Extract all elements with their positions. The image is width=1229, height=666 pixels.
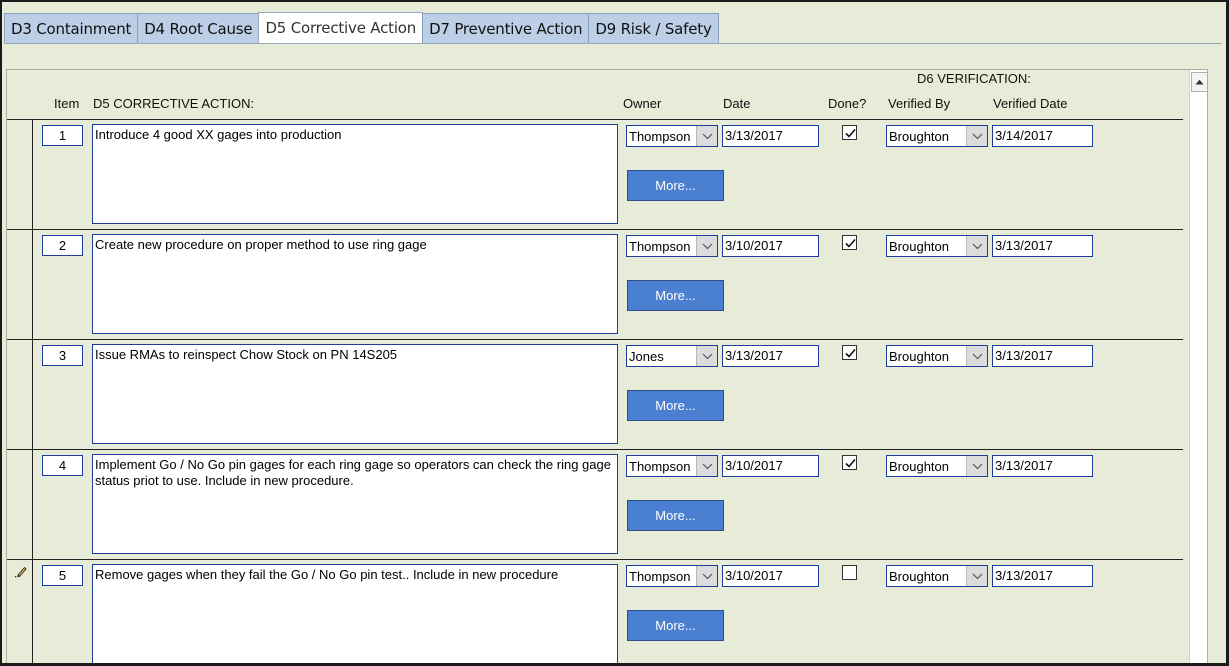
verified-by-value: Broughton [889, 458, 949, 474]
verified-date-field[interactable]: 3/14/2017 [992, 125, 1093, 147]
verified-date-field[interactable]: 3/13/2017 [992, 345, 1093, 367]
date-column-header: Date [723, 96, 751, 111]
item-number-field[interactable]: 3 [42, 345, 83, 366]
item-number-field[interactable]: 2 [42, 235, 83, 256]
chevron-down-icon[interactable] [966, 236, 987, 256]
chevron-down-icon[interactable] [966, 456, 987, 476]
verified-date-field[interactable]: 3/13/2017 [992, 455, 1093, 477]
verified-by-value: Broughton [889, 238, 949, 254]
tab-d3-containment[interactable]: D3 Containment [4, 13, 139, 44]
chevron-down-icon[interactable] [966, 126, 987, 146]
verified-by-dropdown[interactable]: Broughton [886, 235, 988, 257]
checkmark-icon [845, 128, 856, 138]
tab-bar: D3 Containment D4 Root Cause D5 Correcti… [4, 12, 719, 44]
verified-by-dropdown[interactable]: Broughton [886, 455, 988, 477]
verified-by-dropdown[interactable]: Broughton [886, 565, 988, 587]
verified-date-column-header: Verified Date [993, 96, 1068, 111]
tab-d9-risk-safety[interactable]: D9 Risk / Safety [588, 13, 719, 44]
item-number-field[interactable]: 5 [42, 565, 83, 586]
owner-value: Thompson [629, 128, 691, 144]
owner-dropdown[interactable]: Thompson [626, 125, 718, 147]
corrective-action-column-header: D5 CORRECTIVE ACTION: [93, 96, 255, 111]
owner-column-header: Owner [623, 96, 662, 111]
chevron-down-icon[interactable] [696, 236, 717, 256]
triangle-up-icon[interactable] [1191, 72, 1207, 92]
owner-dropdown[interactable]: Thompson [626, 565, 718, 587]
owner-value: Jones [629, 348, 664, 364]
tab-d5-corrective-action[interactable]: D5 Corrective Action [258, 12, 424, 44]
verified-by-value: Broughton [889, 128, 949, 144]
owner-dropdown[interactable]: Thompson [626, 235, 718, 257]
verified-by-column-header: Verified By [888, 96, 951, 111]
checkmark-icon [845, 348, 856, 358]
date-field[interactable]: 3/10/2017 [722, 235, 819, 257]
checkmark-icon [845, 238, 856, 248]
date-field[interactable]: 3/10/2017 [722, 565, 819, 587]
corrective-action-panel: D6 VERIFICATION: Item D5 CORRECTIVE ACTI… [6, 69, 1208, 663]
item-column-header: Item [54, 96, 80, 111]
done-checkbox[interactable] [842, 455, 857, 470]
checkmark-icon [845, 458, 856, 468]
tab-d4-root-cause[interactable]: D4 Root Cause [137, 13, 260, 44]
done-checkbox[interactable] [842, 125, 857, 140]
date-field[interactable]: 3/13/2017 [722, 125, 819, 147]
more-button[interactable]: More... [627, 170, 724, 201]
owner-dropdown[interactable]: Jones [626, 345, 718, 367]
vertical-scrollbar[interactable] [1189, 70, 1207, 663]
corrective-action-field[interactable]: Issue RMAs to reinspect Chow Stock on PN… [92, 344, 618, 444]
date-field[interactable]: 3/13/2017 [722, 345, 819, 367]
done-column-header: Done? [828, 96, 867, 111]
pencil-icon [15, 565, 27, 581]
item-number-field[interactable]: 4 [42, 455, 83, 476]
verified-by-dropdown[interactable]: Broughton [886, 125, 988, 147]
verified-by-value: Broughton [889, 348, 949, 364]
done-checkbox[interactable] [842, 565, 857, 580]
corrective-action-field[interactable]: Implement Go / No Go pin gages for each … [92, 454, 618, 554]
corrective-action-field[interactable]: Create new procedure on proper method to… [92, 234, 618, 334]
chevron-down-icon[interactable] [696, 126, 717, 146]
verified-by-dropdown[interactable]: Broughton [886, 345, 988, 367]
item-number-field[interactable]: 1 [42, 125, 83, 146]
record-row-editing: 5 Remove gages when they fail the Go / N… [7, 560, 1183, 663]
d6-verification-heading: D6 VERIFICATION: [917, 71, 1031, 86]
more-button[interactable]: More... [627, 500, 724, 531]
record-row: 4 Implement Go / No Go pin gages for eac… [7, 450, 1183, 560]
done-checkbox[interactable] [842, 345, 857, 360]
corrective-action-field[interactable]: Remove gages when they fail the Go / No … [92, 564, 618, 663]
chevron-down-icon[interactable] [696, 566, 717, 586]
owner-dropdown[interactable]: Thompson [626, 455, 718, 477]
more-button[interactable]: More... [627, 280, 724, 311]
owner-value: Thompson [629, 238, 691, 254]
corrective-action-field[interactable]: Introduce 4 good XX gages into productio… [92, 124, 618, 224]
verified-by-value: Broughton [889, 568, 949, 584]
record-row: 2 Create new procedure on proper method … [7, 230, 1183, 340]
tab-d7-preventive-action[interactable]: D7 Preventive Action [422, 13, 590, 44]
more-button[interactable]: More... [627, 390, 724, 421]
date-field[interactable]: 3/10/2017 [722, 455, 819, 477]
chevron-down-icon[interactable] [966, 566, 987, 586]
record-row: 3 Issue RMAs to reinspect Chow Stock on … [7, 340, 1183, 450]
chevron-down-icon[interactable] [696, 346, 717, 366]
verified-date-field[interactable]: 3/13/2017 [992, 565, 1093, 587]
verified-date-field[interactable]: 3/13/2017 [992, 235, 1093, 257]
done-checkbox[interactable] [842, 235, 857, 250]
chevron-down-icon[interactable] [696, 456, 717, 476]
window-frame: D3 Containment D4 Root Cause D5 Correcti… [0, 0, 1229, 666]
record-row: 1 Introduce 4 good XX gages into product… [7, 120, 1183, 230]
tab-divider [4, 43, 1222, 44]
chevron-down-icon[interactable] [966, 346, 987, 366]
owner-value: Thompson [629, 568, 691, 584]
owner-value: Thompson [629, 458, 691, 474]
more-button[interactable]: More... [627, 610, 724, 641]
